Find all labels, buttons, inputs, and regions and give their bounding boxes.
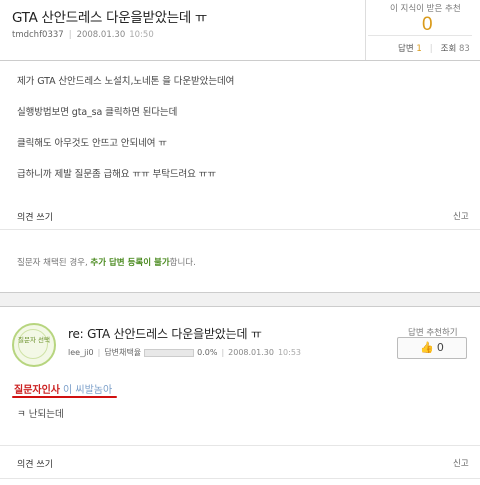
answer-recommend-button[interactable]: 👍 0 <box>397 337 467 359</box>
answer-recommend-count: 0 <box>436 341 444 354</box>
views-label: 조회 <box>440 44 457 54</box>
question-body-line: 급하니까 제발 질문좀 급해요 ㅠㅠ 부탁드려요 ㅠㅠ <box>17 169 216 180</box>
questioner-choice-badge: 질문자 선택 <box>12 323 56 367</box>
question-title: GTA 산안드레스 다운을받았는데 ㅠ <box>12 10 208 26</box>
adoption-notice: 질문자 채택된 경우, 추가 답변 등록이 불가합니다. <box>17 256 196 268</box>
badge-label: 질문자 선택 <box>18 336 50 344</box>
answers-label: 답변 <box>398 44 414 54</box>
badge-ring <box>18 329 48 359</box>
adopt-rate-label: 답변채택율 <box>104 348 142 357</box>
answer-time: 10:53 <box>277 348 302 357</box>
bottom-divider <box>0 478 480 479</box>
red-underline-mark <box>12 396 117 398</box>
question-report-link[interactable]: 신고 <box>453 210 469 222</box>
recommend-label: 이 지식이 받은 추천 <box>390 4 461 14</box>
answer-author[interactable]: lee_ji0 <box>68 348 94 357</box>
adopt-rate-bar <box>144 348 195 357</box>
question-date: 2008.01.30 <box>76 30 126 40</box>
recommend-count: 0 <box>422 14 433 35</box>
greeting-label: 질문자인사 <box>14 385 60 396</box>
answer-date: 2008.01.30 <box>228 348 274 357</box>
notice-prefix: 질문자 채택된 경우, <box>17 258 88 268</box>
answer-opinion-link[interactable]: 의견 쓰기 <box>17 457 53 470</box>
answer-title: re: GTA 산안드레스 다운을받았는데 ㅠ <box>68 327 262 341</box>
question-body-line: 제가 GTA 산안드레스 노설치,노네톤 을 다운받았는데여 <box>17 76 235 87</box>
answer-report-link[interactable]: 신고 <box>453 457 469 469</box>
notice-highlight: 추가 답변 등록이 불가 <box>90 258 170 268</box>
question-opinion-link[interactable]: 의견 쓰기 <box>17 210 53 223</box>
question-meta: tmdchf0337 | 2008.01.30 10:50 <box>12 30 154 40</box>
notice-suffix: 합니다. <box>169 258 196 268</box>
question-stats: 답변 1 | 조회 83 <box>398 44 470 54</box>
answer-body: ㅋ 난되는데 <box>17 409 64 420</box>
question-body-line: 클릭해도 아무것도 안뜨고 안되네여 ㅠ <box>17 138 167 149</box>
section-separator <box>0 292 480 307</box>
greeting-text: 이 씨발놈아 <box>63 385 113 396</box>
opinion-divider <box>0 229 480 230</box>
adopt-rate-value: 0.0% <box>197 348 218 357</box>
question-body-line: 실행방법보면 gta_sa 클릭하면 된다는데 <box>17 107 178 118</box>
question-author[interactable]: tmdchf0337 <box>12 30 64 40</box>
answer-meta: lee_ji0 | 답변채택율 0.0% | 2008.01.30 10:53 <box>68 348 302 357</box>
thumbs-up-icon: 👍 <box>420 341 434 354</box>
views-count: 83 <box>458 44 470 54</box>
header-divider <box>0 60 480 61</box>
answer-divider <box>0 445 480 446</box>
stats-divider <box>368 35 472 36</box>
answers-count: 1 <box>416 44 422 54</box>
question-time: 10:50 <box>129 30 154 40</box>
questioner-greeting: 질문자인사 이 씨발놈아 <box>14 381 112 396</box>
